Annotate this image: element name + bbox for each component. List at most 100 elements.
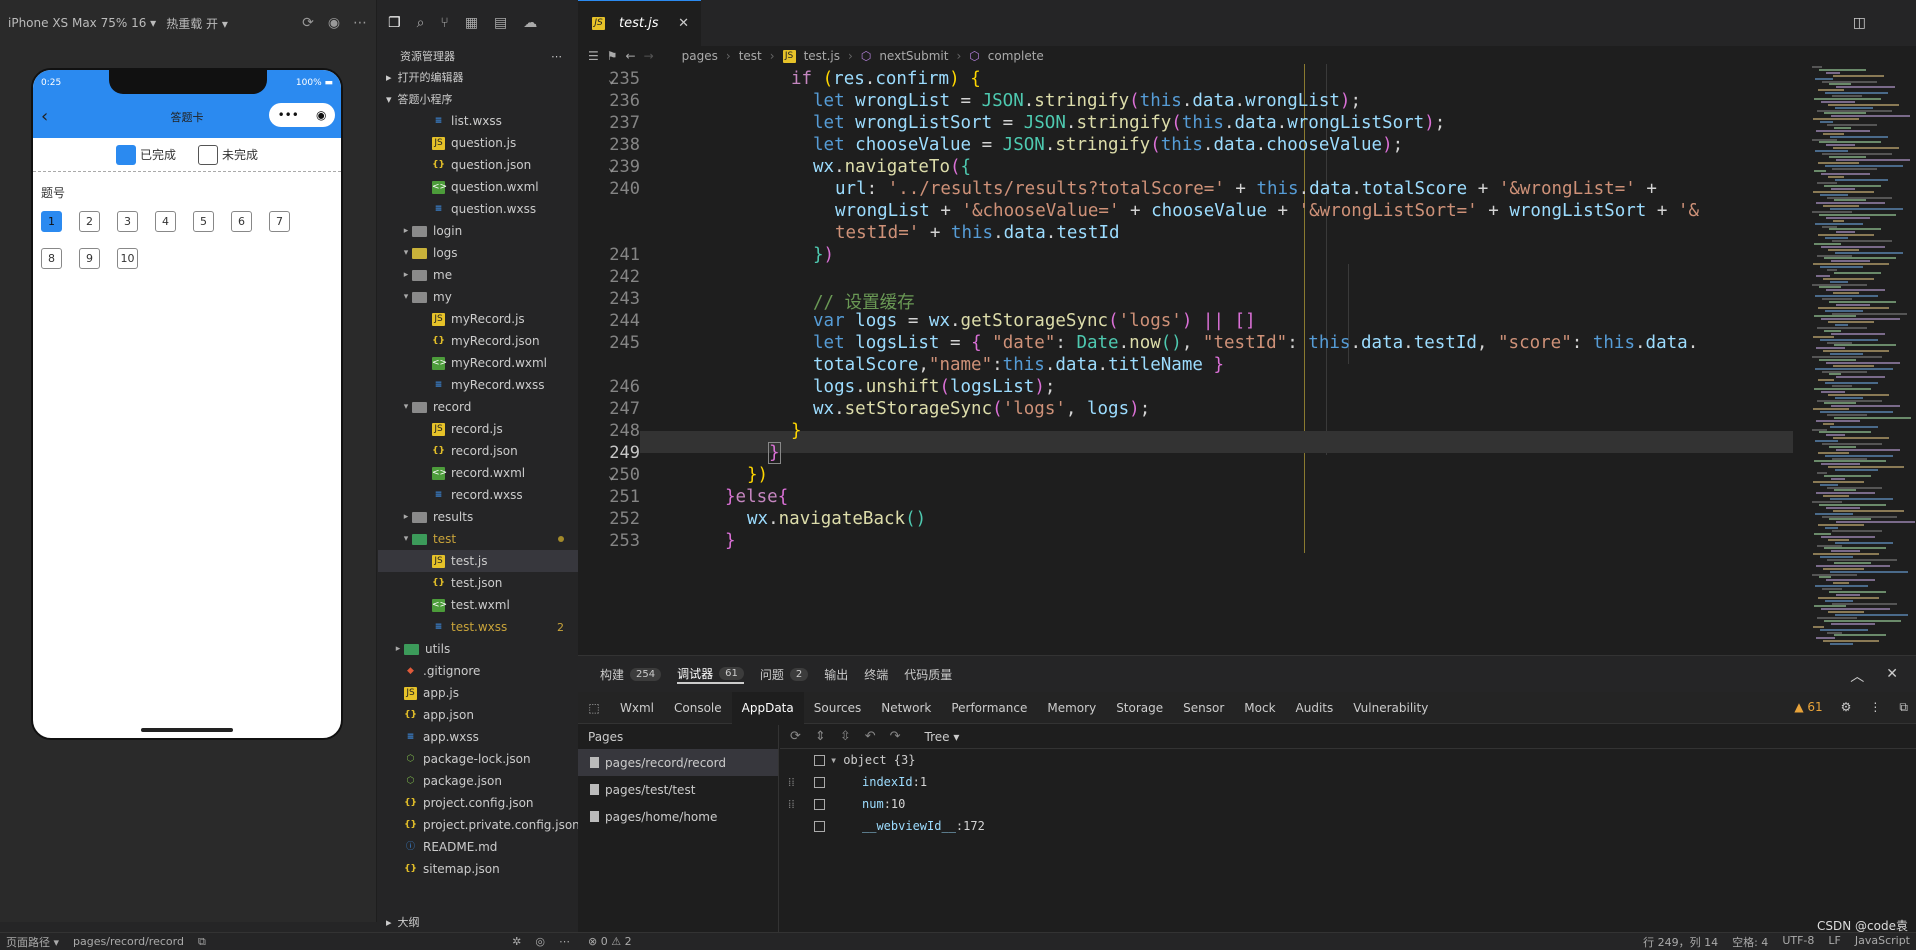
explorer-more-icon[interactable]: ⋯	[551, 50, 562, 63]
panel-tab[interactable]: 问题 2	[760, 666, 809, 683]
file-tree-item[interactable]: {} myRecord.json	[378, 330, 578, 352]
file-tree-item[interactable]: <> question.wxml	[378, 176, 578, 198]
chevron-down-icon[interactable]: ▾	[400, 292, 412, 302]
redo-icon[interactable]: ↷	[890, 729, 901, 744]
extensions-icon[interactable]: ▦	[465, 15, 478, 31]
tab-test-js[interactable]: JS test.js ✕	[578, 0, 701, 46]
page-path-menu[interactable]: 页面路径 ▾	[6, 934, 59, 950]
file-tree-item[interactable]: JS test.js	[378, 550, 578, 572]
chevron-right-icon[interactable]: ▸	[400, 512, 412, 522]
chevron-down-icon[interactable]: ▾	[400, 402, 412, 412]
devtools-tab[interactable]: Vulnerability	[1343, 692, 1438, 724]
file-tree-item[interactable]: ▾ logs	[378, 242, 578, 264]
bookmark-icon[interactable]: ⚑	[607, 49, 618, 63]
file-tree-item[interactable]: JS question.js	[378, 132, 578, 154]
file-tree-item[interactable]: <> record.wxml	[378, 462, 578, 484]
tree-root-row[interactable]: ▾ object {3}	[780, 749, 1916, 771]
status-problems[interactable]: ⊗ 0 ⚠ 2	[578, 935, 632, 948]
maximize-icon[interactable]: ︿	[1850, 666, 1864, 686]
row-checkbox[interactable]	[814, 820, 825, 832]
file-tree-item[interactable]: ▸ login	[378, 220, 578, 242]
row-checkbox[interactable]	[814, 776, 825, 788]
open-editors-section[interactable]: ▸ 打开的编辑器	[378, 66, 578, 88]
file-tree-item[interactable]: ▸ utils	[378, 638, 578, 660]
capsule-more-icon[interactable]: •••	[278, 108, 299, 122]
page-item[interactable]: pages/home/home	[578, 803, 778, 830]
file-tree-item[interactable]: ≡ app.wxss	[378, 726, 578, 748]
panel-tab[interactable]: 调试器 61	[677, 665, 744, 684]
crumb-2[interactable]: test.js	[804, 49, 840, 63]
menu-capsule[interactable]: ••• ◉	[269, 103, 335, 127]
file-tree-item[interactable]: <> myRecord.wxml	[378, 352, 578, 374]
rotate-icon[interactable]: ⟳	[300, 15, 316, 31]
file-tree-item[interactable]: {} question.json	[378, 154, 578, 176]
devtools-tab[interactable]: Audits	[1286, 692, 1344, 724]
devtools-tab[interactable]: Network	[871, 692, 941, 724]
refresh-icon[interactable]: ⟳	[790, 729, 801, 744]
question-cell[interactable]: 7	[269, 211, 290, 232]
cloud-icon[interactable]: ☁	[523, 15, 537, 31]
source-control-icon[interactable]: ⑂	[440, 15, 448, 31]
more-icon[interactable]: ⋯	[559, 935, 570, 948]
file-tree-item[interactable]: JS myRecord.js	[378, 308, 578, 330]
tree-row[interactable]: ⁞⁞ num : 10	[780, 793, 1916, 815]
file-tree-item[interactable]: JS app.js	[378, 682, 578, 704]
file-tree-item[interactable]: {} test.json	[378, 572, 578, 594]
devtools-tab[interactable]: Mock	[1234, 692, 1285, 724]
eol[interactable]: LF	[1828, 934, 1840, 950]
tree-value[interactable]: 1	[920, 775, 927, 789]
question-cell[interactable]: 9	[79, 248, 100, 269]
device-selector[interactable]: iPhone XS Max 75% 16 ▾	[8, 16, 156, 30]
question-cell[interactable]: 10	[117, 248, 138, 269]
project-section[interactable]: ▾ 答题小程序	[378, 88, 578, 110]
more-vertical-icon[interactable]: ⋮	[1869, 700, 1881, 715]
tree-value[interactable]: 10	[891, 797, 905, 811]
inspect-icon[interactable]: ⬚	[578, 701, 610, 715]
file-tree-item[interactable]: ⬡ package-lock.json	[378, 748, 578, 770]
eye-icon[interactable]: ◎	[535, 935, 545, 948]
fold-chevron-icon[interactable]: ⌄	[608, 468, 615, 482]
panel-tab[interactable]: 输出	[824, 666, 848, 683]
copy-icon[interactable]: ⧉	[198, 935, 206, 949]
question-cell[interactable]: 1	[41, 211, 62, 232]
file-tree-item[interactable]: {} record.json	[378, 440, 578, 462]
file-tree-item[interactable]: {} app.json	[378, 704, 578, 726]
close-icon[interactable]: ✕	[678, 16, 689, 31]
search-icon[interactable]: ⌕	[417, 15, 425, 31]
undock-icon[interactable]: ⧉	[1899, 700, 1908, 715]
encoding[interactable]: UTF-8	[1782, 934, 1814, 950]
warning-count[interactable]: ▲ 61	[1794, 700, 1822, 715]
panel-tab[interactable]: 终端	[864, 666, 888, 683]
file-tree-item[interactable]: ⬡ package.json	[378, 770, 578, 792]
files-icon[interactable]: ❐	[388, 15, 401, 31]
devtools-tab[interactable]: Storage	[1106, 692, 1173, 724]
crumb-3[interactable]: nextSubmit	[879, 49, 948, 63]
file-tree-item[interactable]: {} project.private.config.json	[378, 814, 580, 836]
tree-row[interactable]: ⁞⁞ indexId : 1	[780, 771, 1916, 793]
file-tree-item[interactable]: {} project.config.json	[378, 792, 578, 814]
hotreload-toggle[interactable]: 热重载 开 ▾	[166, 15, 228, 32]
capsule-close-icon[interactable]: ◉	[316, 108, 326, 122]
page-item[interactable]: pages/test/test	[578, 776, 778, 803]
chevron-right-icon[interactable]: ▸	[400, 270, 412, 280]
question-cell[interactable]: 8	[41, 248, 62, 269]
chevron-down-icon[interactable]: ▾	[400, 248, 412, 258]
question-cell[interactable]: 6	[231, 211, 252, 232]
chevron-down-icon[interactable]: ▾	[400, 534, 412, 544]
file-tree-item[interactable]: ≡ record.wxss	[378, 484, 578, 506]
language-mode[interactable]: JavaScript	[1855, 934, 1910, 950]
minimap[interactable]	[1806, 66, 1916, 655]
file-tree-item[interactable]: ▸ me	[378, 264, 578, 286]
file-tree-item[interactable]: ▸ results	[378, 506, 578, 528]
devtools-tab[interactable]: Performance	[941, 692, 1037, 724]
indentation[interactable]: 空格: 4	[1732, 934, 1768, 950]
devtools-tab[interactable]: Sensor	[1173, 692, 1234, 724]
file-tree-item[interactable]: ▾ test	[378, 528, 578, 550]
list-icon[interactable]: ☰	[588, 49, 599, 63]
more-icon[interactable]: ⋯	[352, 15, 368, 31]
file-tree-item[interactable]: ≡ test.wxss 2	[378, 616, 578, 638]
crumb-4[interactable]: complete	[988, 49, 1044, 63]
collapse-icon[interactable]: ⇕	[815, 729, 826, 744]
file-tree-item[interactable]: ▾ record	[378, 396, 578, 418]
question-cell[interactable]: 3	[117, 211, 138, 232]
